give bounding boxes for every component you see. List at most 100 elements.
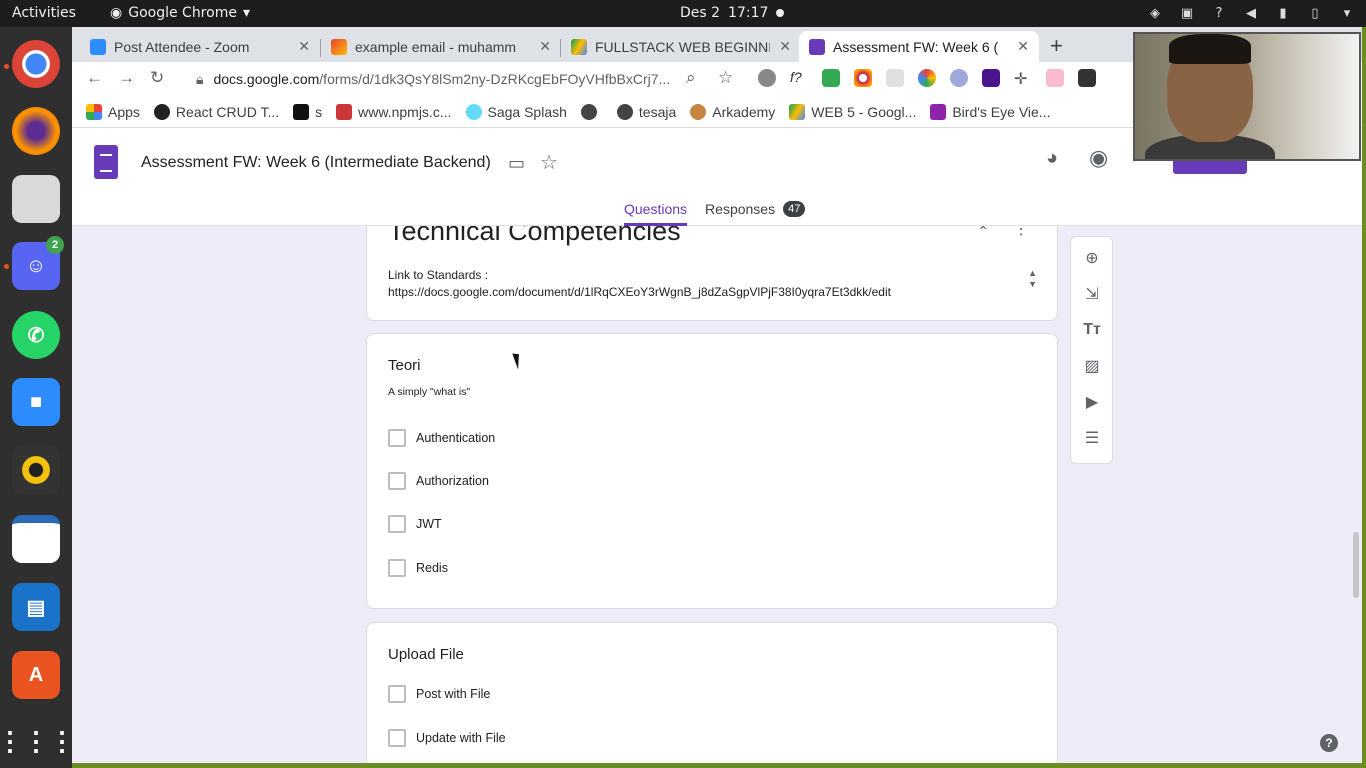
forward-button[interactable]: → bbox=[118, 68, 135, 88]
reload-button[interactable]: ↻ bbox=[150, 68, 164, 88]
extension-icon[interactable] bbox=[886, 69, 904, 87]
app-menu-label: Google Chrome bbox=[128, 5, 237, 21]
document-title[interactable]: Assessment FW: Week 6 (Intermediate Back… bbox=[141, 154, 491, 172]
bookmark-npm[interactable]: www.npmjs.c... bbox=[336, 103, 452, 120]
bookmark-label: www.npmjs.c... bbox=[358, 103, 452, 120]
show-apps-icon[interactable]: ⋮⋮⋮ bbox=[0, 717, 75, 765]
add-section-icon[interactable]: ☰ bbox=[1081, 427, 1103, 449]
zoom-icon[interactable]: ■ bbox=[12, 378, 60, 426]
checkbox[interactable] bbox=[388, 559, 406, 577]
more-options-icon[interactable]: ⋮ bbox=[1013, 226, 1029, 239]
extension-icon[interactable] bbox=[1046, 69, 1064, 87]
section-title[interactable]: Technical Competencies bbox=[388, 226, 681, 247]
checkbox[interactable] bbox=[388, 685, 406, 703]
checkbox[interactable] bbox=[388, 729, 406, 747]
checkbox-option[interactable]: Authentication bbox=[388, 429, 495, 447]
folder-icon[interactable]: ▭ bbox=[508, 153, 525, 174]
star-icon[interactable]: ☆ bbox=[540, 150, 558, 175]
activities-button[interactable]: Activities bbox=[12, 5, 76, 21]
new-tab-button[interactable]: + bbox=[1050, 33, 1063, 59]
import-questions-icon[interactable]: ⇲ bbox=[1081, 283, 1103, 305]
clock[interactable]: Des 2 17:17 bbox=[680, 5, 785, 21]
zoom-tray-icon[interactable]: ▣ bbox=[1178, 4, 1196, 22]
cube-icon[interactable] bbox=[1078, 69, 1096, 87]
discord-icon[interactable]: ☺ 2 bbox=[12, 236, 64, 290]
collapse-chevron-icon[interactable]: ⌃ bbox=[977, 226, 989, 240]
add-video-icon[interactable]: ▶ bbox=[1081, 391, 1103, 413]
add-title-icon[interactable]: Tт bbox=[1081, 319, 1103, 341]
bookmark-arkademy[interactable]: Arkademy bbox=[690, 103, 775, 120]
section-header-card[interactable]: Technical Competencies ⌃ ⋮ Link to Stand… bbox=[366, 226, 1058, 321]
tab-questions[interactable]: Questions bbox=[624, 201, 688, 226]
page-scrollbar[interactable] bbox=[1353, 532, 1359, 598]
bookmark-star-icon[interactable]: ☆ bbox=[718, 68, 733, 88]
color-ext-icon[interactable] bbox=[918, 69, 936, 87]
tab-responses[interactable]: Responses 47 bbox=[705, 201, 806, 226]
add-question-icon[interactable]: ⊕ bbox=[1081, 247, 1103, 269]
help-icon[interactable]: ? bbox=[1320, 734, 1338, 752]
back-button[interactable]: ← bbox=[86, 68, 103, 88]
google-forms-logo-icon[interactable] bbox=[94, 145, 118, 179]
zoom-lens-icon[interactable]: ⌕ bbox=[686, 68, 696, 88]
bookmark-birds-eye[interactable]: Bird's Eye Vie... bbox=[930, 103, 1050, 120]
close-icon[interactable]: ✕ bbox=[779, 38, 791, 55]
download-ext-icon[interactable] bbox=[822, 69, 840, 87]
bookmark-react-crud[interactable]: React CRUD T... bbox=[153, 103, 279, 120]
volume-icon[interactable]: ◀ bbox=[1242, 4, 1260, 22]
function-ext-icon[interactable]: f? bbox=[790, 69, 808, 87]
bookmark-medium[interactable]: s bbox=[293, 103, 322, 120]
question-title[interactable]: Upload File bbox=[388, 646, 464, 663]
close-icon[interactable]: ✕ bbox=[1017, 38, 1029, 55]
tab-fullstack[interactable]: FULLSTACK WEB BEGINNI ✕ bbox=[561, 31, 801, 62]
tab-assessment[interactable]: Assessment FW: Week 6 ( ✕ bbox=[799, 31, 1039, 62]
system-menu-icon[interactable]: ▾ bbox=[1338, 4, 1356, 22]
rhythmbox-icon[interactable] bbox=[12, 446, 60, 494]
app-menu[interactable]: ◉ Google Chrome ▾ bbox=[110, 5, 250, 21]
video-call-overlay[interactable] bbox=[1133, 32, 1361, 161]
checkbox-option[interactable]: JWT bbox=[388, 515, 442, 533]
forms-favicon-icon bbox=[809, 38, 825, 55]
checkbox[interactable] bbox=[388, 429, 406, 447]
discord-tray-icon[interactable]: ◈ bbox=[1146, 4, 1164, 22]
bookmark-web5[interactable]: WEB 5 - Googl... bbox=[789, 103, 916, 120]
address-bar[interactable]: 🔒︎ docs.google.com/forms/d/1dk3QsY8lSm2n… bbox=[190, 66, 750, 92]
description-scroll-control[interactable]: ▲ ▼ bbox=[1028, 268, 1037, 290]
checkbox-option[interactable]: Update with File bbox=[388, 729, 506, 747]
extension-icon[interactable] bbox=[758, 69, 776, 87]
software-center-icon[interactable]: A bbox=[12, 651, 60, 699]
add-image-icon[interactable]: ▨ bbox=[1081, 355, 1103, 377]
question-card-teori[interactable]: Teori A simply "what is" Authentication … bbox=[366, 333, 1058, 609]
question-card-upload-file[interactable]: Upload File Post with File Update with F… bbox=[366, 622, 1058, 763]
extension-icon[interactable] bbox=[950, 69, 968, 87]
calendar-icon[interactable] bbox=[12, 515, 60, 563]
checkbox[interactable] bbox=[388, 472, 406, 490]
palette-icon[interactable]: ◕ bbox=[1046, 147, 1058, 170]
whatsapp-icon[interactable]: ✆ bbox=[12, 311, 60, 359]
writer-icon[interactable]: ▤ bbox=[12, 583, 60, 631]
checkbox-option[interactable]: Post with File bbox=[388, 685, 490, 703]
extension-icon[interactable] bbox=[982, 69, 1000, 87]
wifi-icon[interactable]: ? bbox=[1210, 4, 1228, 22]
section-description[interactable]: Link to Standards : https://docs.google.… bbox=[388, 267, 891, 301]
close-icon[interactable]: ✕ bbox=[298, 38, 310, 55]
checkbox[interactable] bbox=[388, 515, 406, 533]
question-description[interactable]: A simply "what is" bbox=[388, 386, 470, 398]
bookmark-tesaja[interactable]: tesaja bbox=[616, 103, 676, 120]
tab-zoom[interactable]: Post Attendee - Zoom ✕ bbox=[80, 31, 320, 62]
files-icon[interactable] bbox=[12, 175, 60, 223]
preview-eye-icon[interactable]: ◉ bbox=[1089, 145, 1108, 171]
firefox-icon[interactable] bbox=[12, 107, 60, 155]
battery-icon[interactable]: ▯ bbox=[1306, 4, 1324, 22]
bookmark-globe[interactable] bbox=[580, 103, 603, 120]
tab-email[interactable]: example email - muhamm ✕ bbox=[321, 31, 561, 62]
question-title[interactable]: Teori bbox=[388, 357, 421, 374]
checkbox-option[interactable]: Redis bbox=[388, 559, 448, 577]
bookmark-apps[interactable]: Apps bbox=[86, 103, 140, 120]
chrome-icon[interactable] bbox=[12, 40, 60, 88]
colorzilla-icon[interactable] bbox=[854, 69, 872, 87]
close-icon[interactable]: ✕ bbox=[539, 38, 551, 55]
checkbox-option[interactable]: Authorization bbox=[388, 472, 489, 490]
move-icon[interactable]: ✛ bbox=[1014, 69, 1032, 88]
microphone-icon[interactable]: ▮ bbox=[1274, 4, 1292, 22]
bookmark-saga[interactable]: Saga Splash bbox=[465, 103, 567, 120]
